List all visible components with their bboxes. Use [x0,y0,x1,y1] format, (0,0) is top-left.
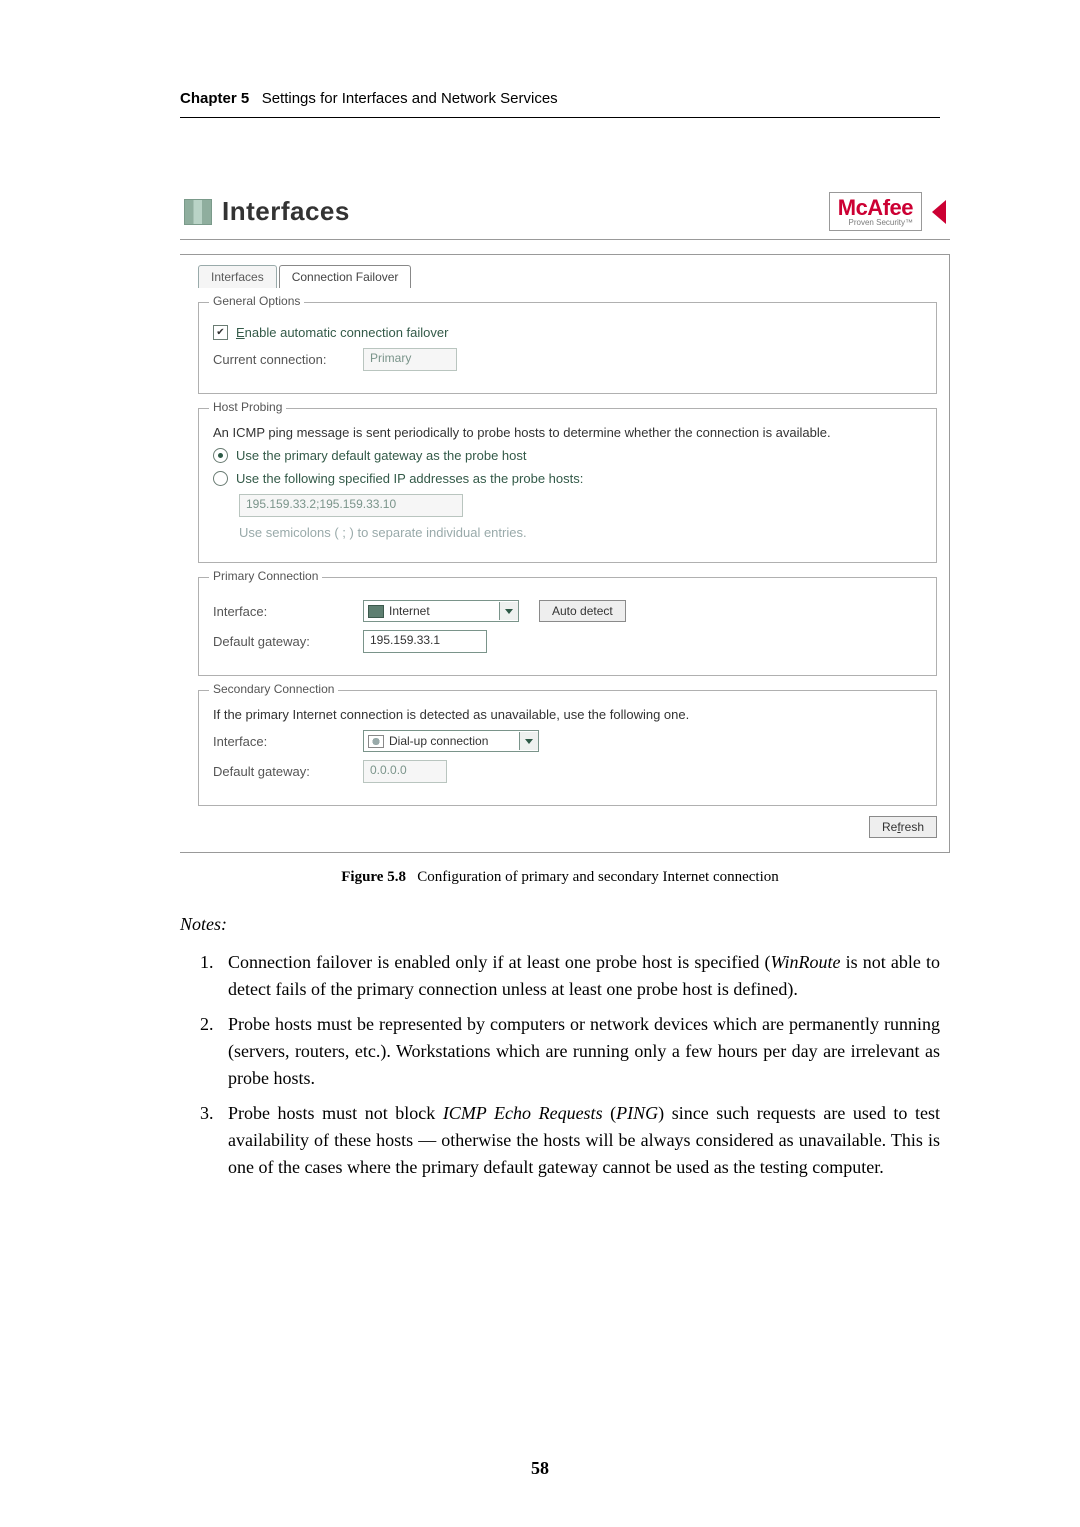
brand-box: McAfee Proven Security™ [829,192,922,231]
group-secondary-connection: Secondary Connection If the primary Inte… [198,690,937,806]
brand-tagline: Proven Security™ [838,219,913,227]
chapter-title: Settings for Interfaces and Network Serv… [262,90,558,107]
secondary-interface-label: Interface: [213,734,363,749]
enable-failover-label: Enable automatic connection failover [236,325,448,340]
current-connection-label: Current connection: [213,352,363,367]
enable-failover-checkbox[interactable]: ✔ [213,325,228,340]
probe-hint: Use semicolons ( ; ) to separate individ… [239,525,527,540]
brand-name: McAfee [838,197,913,219]
refresh-button[interactable]: Refresh [869,816,937,838]
title-rule [180,239,950,240]
probe-specified-ip-label: Use the following specified IP addresses… [236,471,583,486]
primary-interface-value: Internet [389,604,499,618]
probe-default-gateway-label: Use the primary default gateway as the p… [236,448,527,463]
primary-gateway-input[interactable]: 195.159.33.1 [363,630,487,653]
panel-title: Interfaces [222,196,829,227]
primary-interface-label: Interface: [213,604,363,619]
tab-interfaces[interactable]: Interfaces [198,265,277,288]
dialup-icon [368,735,384,748]
legend-host-probing: Host Probing [209,400,286,414]
chevron-down-icon[interactable] [519,732,538,750]
secondary-desc: If the primary Internet connection is de… [213,707,689,722]
figure-caption: Figure 5.8 Configuration of primary and … [180,869,940,886]
running-header: Chapter 5 Settings for Interfaces and Ne… [180,90,940,107]
host-probing-desc: An ICMP ping message is sent periodicall… [213,425,831,440]
primary-gateway-label: Default gateway: [213,634,363,649]
chapter-label: Chapter 5 [180,90,249,107]
header-rule [180,117,940,118]
secondary-interface-value: Dial-up connection [389,734,519,748]
brand-triangle-icon [932,200,946,224]
notes-heading: Notes: [180,914,940,935]
current-connection-value: Primary [363,348,457,371]
tab-connection-failover[interactable]: Connection Failover [279,265,412,288]
auto-detect-button[interactable]: Auto detect [539,600,626,622]
primary-interface-select[interactable]: Internet [363,600,519,622]
figure-caption-text: Configuration of primary and secondary I… [417,869,779,885]
note-item-2: Probe hosts must be represented by compu… [218,1011,940,1092]
group-primary-connection: Primary Connection Interface: Internet A… [198,577,937,676]
interfaces-icon [184,199,212,225]
secondary-gateway-input[interactable]: 0.0.0.0 [363,760,447,783]
secondary-interface-select[interactable]: Dial-up connection [363,730,539,752]
legend-general: General Options [209,294,304,308]
group-general-options: General Options ✔ Enable automatic conne… [198,302,937,394]
figure-number: Figure 5.8 [341,869,406,885]
legend-secondary: Secondary Connection [209,682,338,696]
screenshot-panel: Interfaces McAfee Proven Security™ Inter… [180,188,950,853]
tab-bar: Interfaces Connection Failover [198,265,937,288]
note-item-1: Connection failover is enabled only if a… [218,949,940,1003]
legend-primary: Primary Connection [209,569,322,583]
note-item-3: Probe hosts must not block ICMP Echo Req… [218,1100,940,1181]
probe-ip-input[interactable]: 195.159.33.2;195.159.33.10 [239,494,463,517]
network-adapter-icon [368,605,384,618]
chevron-down-icon[interactable] [499,602,518,620]
group-host-probing: Host Probing An ICMP ping message is sen… [198,408,937,563]
secondary-gateway-label: Default gateway: [213,764,363,779]
notes-list: Connection failover is enabled only if a… [180,949,940,1181]
page-number: 58 [0,1458,1080,1479]
probe-specified-ip-radio[interactable] [213,471,228,486]
probe-default-gateway-radio[interactable] [213,448,228,463]
